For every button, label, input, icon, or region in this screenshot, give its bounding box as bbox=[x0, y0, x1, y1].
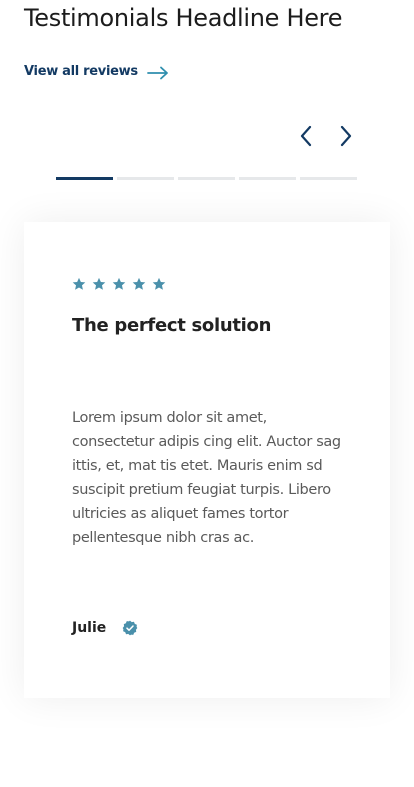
slide-progress-indicator bbox=[56, 177, 357, 180]
slide-indicator-3[interactable] bbox=[178, 177, 235, 180]
slide-indicator-4[interactable] bbox=[239, 177, 296, 180]
author-name: Julie bbox=[72, 620, 107, 636]
verified-badge-icon bbox=[122, 620, 138, 636]
slide-indicator-2[interactable] bbox=[117, 177, 174, 180]
arrow-right-icon bbox=[146, 65, 169, 80]
testimonial-title: The perfect solution bbox=[72, 315, 272, 336]
view-all-reviews-link[interactable]: View all reviews bbox=[24, 62, 169, 82]
slide-indicator-5[interactable] bbox=[300, 177, 357, 180]
star-icon bbox=[72, 277, 86, 290]
view-all-reviews-label: View all reviews bbox=[24, 64, 138, 79]
testimonial-author: Julie bbox=[72, 618, 138, 638]
section-headline: Testimonials Headline Here bbox=[24, 4, 343, 32]
chevron-left-icon bbox=[300, 125, 312, 147]
testimonials-section: Testimonials Headline Here View all revi… bbox=[0, 0, 414, 787]
star-icon bbox=[152, 277, 166, 290]
next-slide-button[interactable] bbox=[334, 124, 358, 148]
star-rating bbox=[72, 277, 166, 291]
testimonial-body: Lorem ipsum dolor sit amet, consectetur … bbox=[72, 410, 341, 546]
testimonial-card: The perfect solution Lorem ipsum dolor s… bbox=[24, 222, 390, 698]
chevron-right-icon bbox=[340, 125, 352, 147]
previous-slide-button[interactable] bbox=[294, 124, 318, 148]
star-icon bbox=[112, 277, 126, 290]
star-icon bbox=[132, 277, 146, 290]
star-icon bbox=[92, 277, 106, 290]
slide-indicator-1[interactable] bbox=[56, 177, 113, 180]
